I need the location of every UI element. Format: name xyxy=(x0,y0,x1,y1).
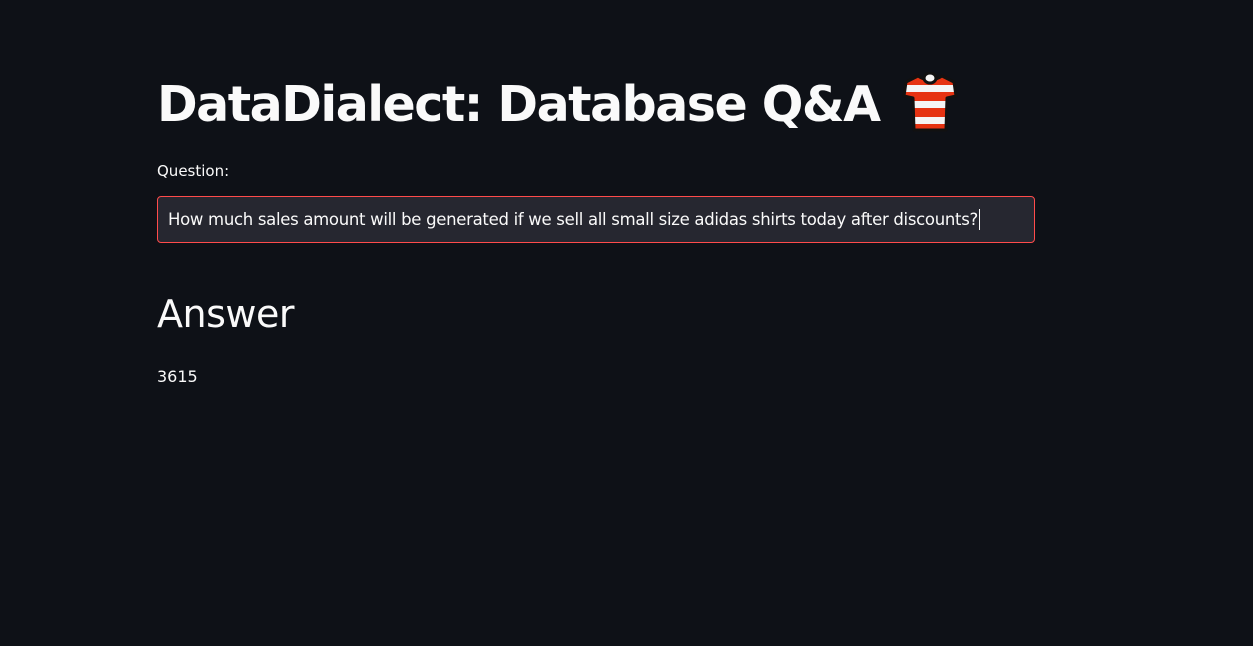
t-shirt-icon xyxy=(902,71,958,134)
answer-heading: Answer xyxy=(157,292,294,336)
text-cursor xyxy=(978,209,980,230)
question-label: Question: xyxy=(157,162,230,180)
page-header: DataDialect: Database Q&A xyxy=(157,70,958,140)
question-input[interactable]: How much sales amount will be generated … xyxy=(157,196,1035,243)
question-input-value[interactable]: How much sales amount will be generated … xyxy=(168,210,978,229)
app-page: DataDialect: Database Q&A Question: How … xyxy=(0,0,1253,646)
page-title: DataDialect: Database Q&A xyxy=(157,76,881,133)
answer-value: 3615 xyxy=(157,367,198,386)
